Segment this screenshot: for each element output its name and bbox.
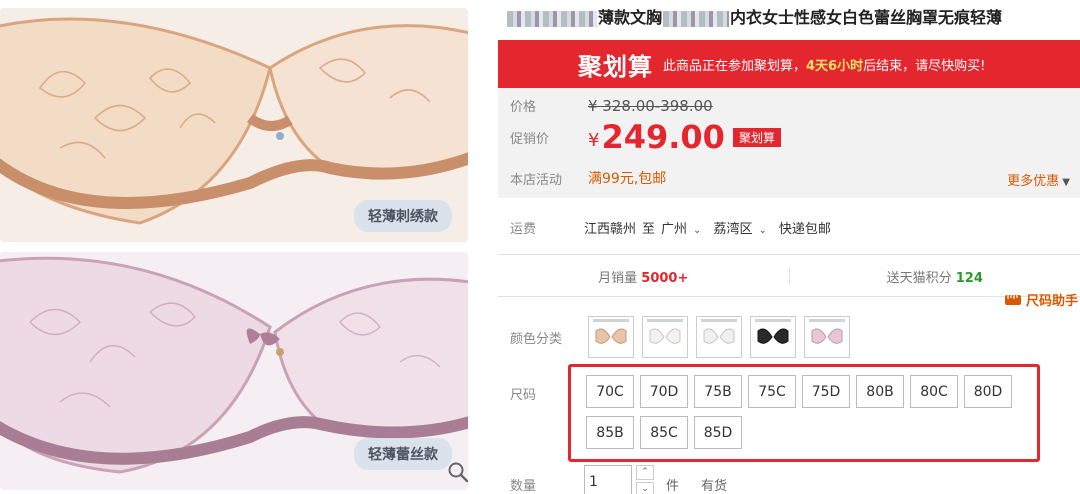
points-label: 送天猫积分 bbox=[886, 270, 952, 286]
store-activity-value: 满99元,包邮 bbox=[588, 171, 667, 187]
shipping-method: 快递包邮 bbox=[778, 222, 831, 237]
currency-symbol: ¥ bbox=[588, 129, 600, 151]
size-option[interactable]: 70C bbox=[586, 375, 634, 408]
promo-badge: 聚划算 bbox=[732, 127, 781, 147]
size-option[interactable]: 80C bbox=[910, 375, 958, 408]
swatch-header bbox=[647, 319, 683, 322]
swatch-header bbox=[809, 319, 845, 322]
size-option[interactable]: 75B bbox=[694, 375, 742, 408]
color-swatch-white-2[interactable] bbox=[696, 316, 742, 358]
juhuasuan-notice: 此商品正在参加聚划算，4天6小时后结束，请尽快购买! bbox=[663, 55, 985, 74]
swatch-header bbox=[701, 319, 737, 322]
size-option[interactable]: 75D bbox=[802, 375, 850, 408]
size-option[interactable]: 75C bbox=[748, 375, 796, 408]
title-part: 薄款文胸 bbox=[598, 8, 663, 27]
stats-bar: 月销量 5000+ 送天猫积分 124 bbox=[498, 256, 1080, 296]
sales-value: 5000+ bbox=[641, 270, 689, 286]
product-gallery: 轻薄刺绣款 轻薄蕾丝款 bbox=[0, 0, 485, 494]
size-option[interactable]: 85C bbox=[640, 416, 688, 449]
product-info-panel: 薄款文胸 内衣女士性感女白色蕾丝胸罩无痕轻薄 聚划算 此商品正在参加聚划算，4天6… bbox=[498, 0, 1080, 494]
size-option[interactable]: 70D bbox=[640, 375, 688, 408]
promo-price-label: 促销价 bbox=[510, 131, 550, 147]
juhuasuan-banner: 聚划算 此商品正在参加聚划算，4天6小时后结束，请尽快购买! bbox=[498, 40, 1080, 88]
stock-status: 有货 bbox=[701, 479, 728, 494]
title-part: 内衣女士性感女白色蕾丝胸罩无痕轻薄 bbox=[730, 8, 1003, 27]
size-option[interactable]: 85D bbox=[694, 416, 742, 449]
district-selector[interactable]: 荔湾区 ⌄ bbox=[713, 218, 772, 237]
chevron-down-icon: ⌄ bbox=[693, 225, 702, 236]
shipping-label: 运费 bbox=[510, 222, 537, 237]
size-option[interactable]: 80B bbox=[856, 375, 904, 408]
chevron-down-icon: ⌄ bbox=[758, 225, 767, 236]
promo-price-value: 249.00 bbox=[601, 118, 725, 156]
more-offers-link[interactable]: 更多优惠 ▼ bbox=[1007, 170, 1070, 189]
quantity-label: 数量 bbox=[510, 479, 537, 494]
quantity-row: 数量 1 ⌃ ⌄ 件 有货 bbox=[510, 465, 727, 494]
bra-thumbnail-icon bbox=[649, 328, 681, 344]
ship-from: 江西赣州 bbox=[584, 222, 637, 237]
size-label: 尺码 bbox=[510, 388, 537, 403]
size-selector: 70C 70D 75B 75C 75D 80B 80C 80D 85B 85C … bbox=[586, 375, 1026, 457]
ship-to-word: 至 bbox=[642, 222, 656, 237]
color-swatch-nude[interactable] bbox=[588, 316, 634, 358]
tmall-points: 送天猫积分 124 bbox=[790, 267, 1080, 286]
shipping-row: 运费 江西赣州 至 广州 ⌄ 荔湾区 ⌄ 快递包邮 bbox=[510, 218, 837, 237]
divider bbox=[498, 254, 1080, 255]
divider bbox=[498, 296, 1080, 297]
swatch-header bbox=[593, 319, 629, 322]
notice-suffix: 后结束，请尽快购买! bbox=[863, 58, 986, 74]
decrement-button[interactable]: ⌄ bbox=[636, 482, 654, 494]
city-selector[interactable]: 广州 ⌄ bbox=[661, 218, 707, 237]
image-caption: 轻薄蕾丝款 bbox=[354, 438, 452, 470]
more-offers-label: 更多优惠 bbox=[1007, 174, 1060, 189]
store-activity-label: 本店活动 bbox=[510, 172, 563, 188]
city-label: 广州 bbox=[661, 222, 688, 237]
chevron-down-icon: ▼ bbox=[1059, 177, 1070, 188]
bra-thumbnail-icon bbox=[595, 328, 627, 344]
color-swatch-black[interactable] bbox=[750, 316, 796, 358]
ruler-icon bbox=[1004, 294, 1021, 305]
swatch-header bbox=[755, 319, 791, 322]
bra-thumbnail-icon bbox=[757, 328, 789, 344]
product-image-lace[interactable]: 轻薄蕾丝款 bbox=[0, 252, 468, 490]
juhuasuan-logo: 聚划算 bbox=[578, 52, 653, 81]
original-price-row: 价格 ¥ 328.00-398.00 bbox=[510, 96, 713, 116]
size-option[interactable]: 80D bbox=[964, 375, 1012, 408]
color-label: 颜色分类 bbox=[510, 331, 563, 347]
color-swatch-pink[interactable] bbox=[804, 316, 850, 358]
quantity-unit: 件 bbox=[666, 479, 680, 494]
sales-label: 月销量 bbox=[598, 270, 638, 286]
bra-thumbnail-icon bbox=[811, 328, 843, 344]
store-activity-row: 本店活动 满99元,包邮 bbox=[510, 168, 666, 188]
notice-time: 4天6小时 bbox=[806, 58, 864, 74]
price-box: 价格 ¥ 328.00-398.00 促销价 ¥ 249.00 聚划算 本店活动… bbox=[498, 88, 1080, 198]
search-icon bbox=[448, 462, 469, 483]
increment-button[interactable]: ⌃ bbox=[636, 465, 654, 480]
blurred-text bbox=[507, 10, 597, 27]
district-label: 荔湾区 bbox=[713, 222, 753, 237]
color-swatch-white-1[interactable] bbox=[642, 316, 688, 358]
zoom-button[interactable] bbox=[446, 460, 470, 484]
notice-prefix: 此商品正在参加聚划算， bbox=[663, 58, 807, 74]
original-price-value: ¥ 328.00-398.00 bbox=[588, 96, 713, 115]
promo-price-row: 促销价 ¥ 249.00 聚划算 bbox=[510, 118, 781, 156]
points-value: 124 bbox=[955, 270, 983, 286]
monthly-sales: 月销量 5000+ bbox=[498, 267, 789, 286]
original-price-label: 价格 bbox=[510, 100, 537, 115]
quantity-input[interactable]: 1 bbox=[584, 465, 632, 494]
size-helper-button[interactable]: 尺码助手 bbox=[1004, 290, 1078, 309]
product-title: 薄款文胸 内衣女士性感女白色蕾丝胸罩无痕轻薄 bbox=[506, 4, 1080, 32]
product-image-embroidered[interactable]: 轻薄刺绣款 bbox=[0, 8, 468, 242]
color-selector: 颜色分类 bbox=[510, 316, 858, 358]
quantity-stepper: ⌃ ⌄ bbox=[636, 465, 656, 494]
size-option[interactable]: 85B bbox=[586, 416, 634, 449]
size-helper-label: 尺码助手 bbox=[1025, 294, 1078, 309]
bra-thumbnail-icon bbox=[703, 328, 735, 344]
blurred-text bbox=[663, 10, 730, 27]
image-caption: 轻薄刺绣款 bbox=[354, 200, 452, 232]
